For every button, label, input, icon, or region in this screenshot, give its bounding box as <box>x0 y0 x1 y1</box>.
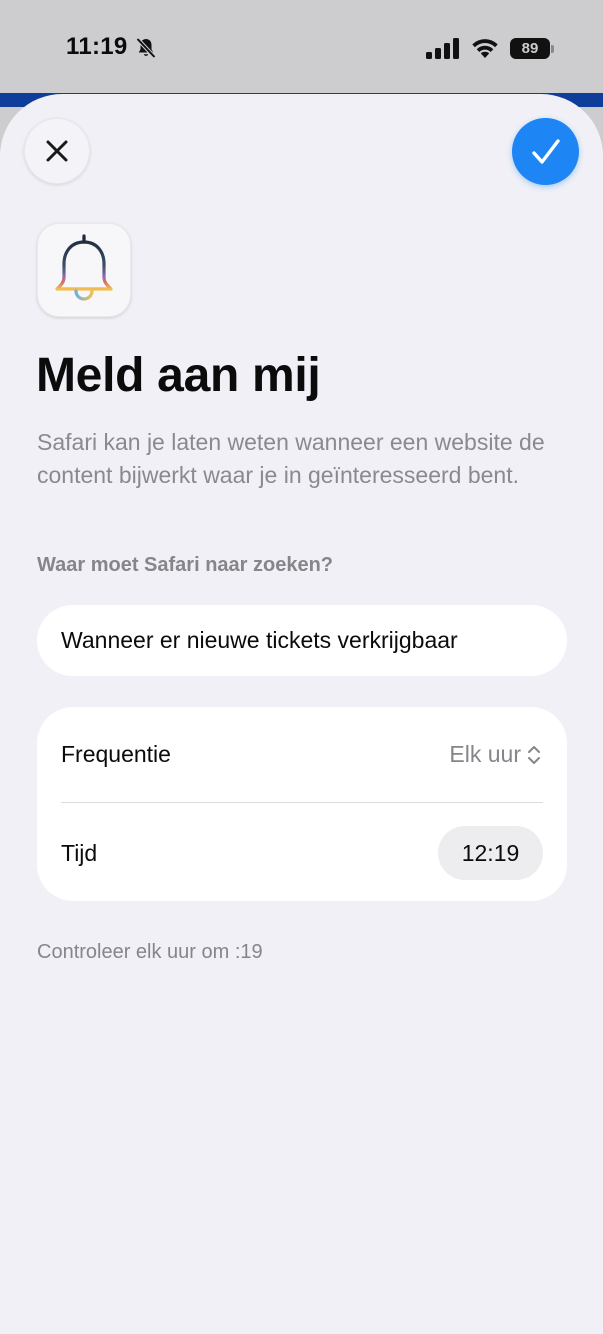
close-icon <box>46 140 68 162</box>
frequency-label: Frequentie <box>61 741 171 767</box>
done-button[interactable] <box>512 118 579 185</box>
frequency-value: Elk uur <box>449 741 521 767</box>
battery-level: 89 <box>521 40 539 57</box>
page-subtitle: Safari kan je laten weten wanneer een we… <box>37 429 545 488</box>
time-label: Tijd <box>61 840 98 866</box>
settings-card: Frequentie Elk uur Tijd 12:19 <box>37 707 567 901</box>
schedule-footnote: Controleer elk uur om :19 <box>37 941 263 963</box>
battery-nub <box>551 45 554 53</box>
checkmark-icon <box>531 138 560 164</box>
query-input[interactable]: Wanneer er nieuwe tickets verkrijgbaar <box>37 605 567 676</box>
chevron-up-down-icon <box>528 745 540 764</box>
status-bar: 11:19 89 <box>0 0 603 93</box>
cellular-signal-icon <box>426 38 459 59</box>
time-picker-button[interactable]: 12:19 <box>438 826 543 880</box>
battery-icon: 89 <box>510 38 550 59</box>
close-button[interactable] <box>24 118 90 184</box>
wifi-icon <box>472 39 498 58</box>
frequency-selector[interactable]: Elk uur <box>449 741 541 768</box>
bell-icon <box>55 234 113 301</box>
page-title: Meld aan mij <box>36 349 321 402</box>
query-label: Waar moet Safari naar zoeken? <box>37 554 334 576</box>
bell-slash-icon <box>136 37 156 59</box>
status-time: 11:19 <box>66 33 128 60</box>
row-divider <box>61 802 543 803</box>
app-icon <box>37 223 131 317</box>
query-input-value: Wanneer er nieuwe tickets verkrijgbaar <box>61 627 458 653</box>
time-value: 12:19 <box>461 839 520 866</box>
